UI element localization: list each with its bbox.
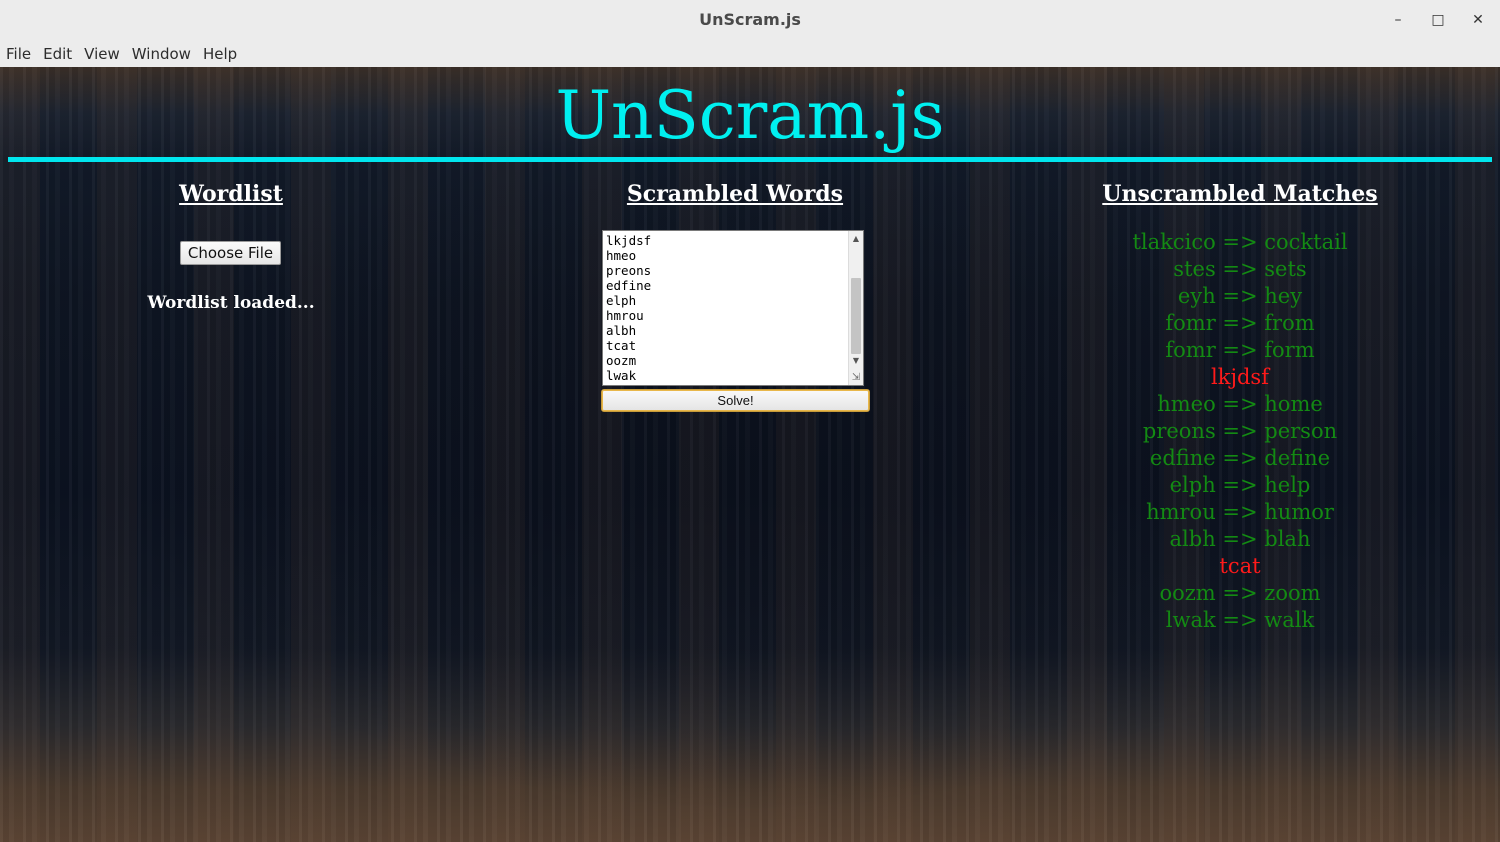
match-result: lwak => walk bbox=[1165, 608, 1315, 632]
match-result: tlakcico => cocktail bbox=[1132, 230, 1348, 254]
match-result: fomr => from bbox=[1165, 311, 1315, 335]
window-title: UnScram.js bbox=[699, 10, 801, 29]
match-result: preons => person bbox=[1142, 419, 1338, 443]
choose-file-button[interactable]: Choose File bbox=[180, 241, 281, 265]
match-result: hmeo => home bbox=[1157, 392, 1323, 416]
wordlist-heading: Wordlist bbox=[179, 181, 283, 207]
wordlist-status: Wordlist loaded... bbox=[147, 293, 315, 313]
scroll-down-arrow-icon[interactable]: ▼ bbox=[849, 355, 863, 367]
matches-list: tlakcico => cocktail stes => sets eyh => h… bbox=[990, 229, 1490, 634]
textarea-line: albh bbox=[606, 323, 637, 338]
scrambled-words-textarea[interactable]: lkjdsf hmeo preons edfine elph hmrou alb… bbox=[602, 230, 864, 386]
resize-grip-icon[interactable]: ⇲ bbox=[850, 372, 862, 384]
no-match-result: tcat bbox=[1219, 554, 1261, 578]
title-divider bbox=[8, 157, 1492, 162]
textarea-scrollbar[interactable]: ▲ ▼ bbox=[848, 231, 863, 385]
match-result: hmrou => humor bbox=[1146, 500, 1334, 524]
menu-view[interactable]: View bbox=[78, 40, 126, 67]
no-match-result: lkjdsf bbox=[1211, 365, 1269, 389]
menubar: File Edit View Window Help bbox=[0, 40, 1500, 67]
minimize-button[interactable]: – bbox=[1386, 8, 1410, 32]
page-title: UnScram.js bbox=[555, 77, 945, 154]
menu-file[interactable]: File bbox=[0, 40, 37, 67]
scrambled-heading: Scrambled Words bbox=[626, 181, 844, 207]
textarea-line: preons bbox=[606, 263, 652, 278]
menu-edit[interactable]: Edit bbox=[37, 40, 78, 67]
match-result: albh => blah bbox=[1169, 527, 1311, 551]
window-titlebar: UnScram.js – □ ✕ bbox=[0, 0, 1500, 41]
textarea-line: hmeo bbox=[606, 248, 637, 263]
textarea-line: edfine bbox=[606, 278, 652, 293]
scroll-thumb[interactable] bbox=[851, 278, 861, 354]
textarea-line: lkjdsf bbox=[606, 233, 652, 248]
match-result: edfine => define bbox=[1149, 446, 1331, 470]
scroll-up-arrow-icon[interactable]: ▲ bbox=[849, 233, 863, 245]
menu-help[interactable]: Help bbox=[197, 40, 243, 67]
match-result: oozm => zoom bbox=[1159, 581, 1321, 605]
textarea-line: elph bbox=[606, 293, 637, 308]
menu-window[interactable]: Window bbox=[126, 40, 197, 67]
textarea-content: lkjdsf hmeo preons edfine elph hmrou alb… bbox=[606, 233, 651, 383]
textarea-line: tcat bbox=[606, 338, 637, 353]
textarea-line: hmrou bbox=[606, 308, 644, 323]
close-button[interactable]: ✕ bbox=[1466, 8, 1490, 32]
textarea-line: lwak bbox=[606, 368, 637, 383]
match-result: stes => sets bbox=[1173, 257, 1307, 281]
match-result: eyh => hey bbox=[1177, 284, 1303, 308]
solve-button[interactable]: Solve! bbox=[601, 389, 870, 412]
page-content: UnScram.js Wordlist Choose File Wordlist… bbox=[0, 67, 1500, 842]
match-result: fomr => form bbox=[1165, 338, 1315, 362]
match-result: elph => help bbox=[1169, 473, 1311, 497]
maximize-button[interactable]: □ bbox=[1426, 8, 1450, 32]
textarea-line: oozm bbox=[606, 353, 637, 368]
matches-heading: Unscrambled Matches bbox=[1102, 181, 1378, 207]
